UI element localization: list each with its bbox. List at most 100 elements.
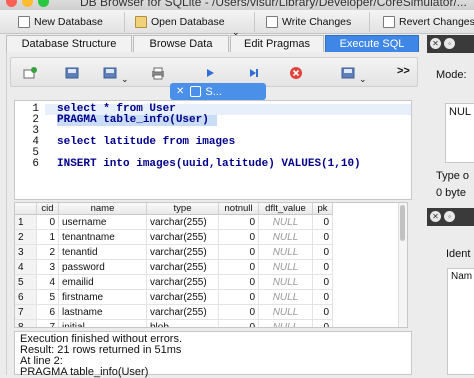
- pk-cell[interactable]: 0: [313, 215, 333, 230]
- row-number[interactable]: 2: [15, 230, 37, 245]
- table-row[interactable]: 4 3 password varchar(255) 0 NULL 0: [15, 260, 407, 275]
- sql-editor-tab[interactable]: ✕ S...: [170, 83, 266, 100]
- open-file-icon[interactable]: [65, 66, 79, 80]
- name-cell[interactable]: emailid: [59, 275, 147, 290]
- pk-cell[interactable]: 0: [313, 245, 333, 260]
- notnull-cell[interactable]: 0: [219, 305, 259, 320]
- pk-cell[interactable]: 0: [313, 305, 333, 320]
- notnull-cell[interactable]: 0: [219, 320, 259, 327]
- type-cell[interactable]: varchar(255): [147, 230, 219, 245]
- close-icon[interactable]: ✕: [430, 38, 441, 49]
- dflt-value-cell[interactable]: NULL: [259, 275, 313, 290]
- notnull-cell[interactable]: 0: [219, 290, 259, 305]
- dflt-value-cell[interactable]: NULL: [259, 305, 313, 320]
- pk-cell[interactable]: 0: [313, 290, 333, 305]
- dflt-value-cell[interactable]: NULL: [259, 260, 313, 275]
- name-cell[interactable]: firstname: [59, 290, 147, 305]
- save-file-icon[interactable]: [103, 66, 117, 80]
- tab-execute-sql[interactable]: Execute SQL: [325, 35, 419, 52]
- name-cell[interactable]: username: [59, 215, 147, 230]
- column-header-pk[interactable]: pk: [313, 203, 333, 215]
- tab-browse-data[interactable]: Browse Data: [133, 35, 229, 52]
- notnull-cell[interactable]: 0: [219, 275, 259, 290]
- column-header-cid[interactable]: cid: [37, 203, 59, 215]
- cid-cell[interactable]: 1: [37, 230, 59, 245]
- float-icon[interactable]: ◦: [444, 38, 455, 49]
- column-header-notnull[interactable]: notnull: [219, 203, 259, 215]
- name-cell[interactable]: tenantname: [59, 230, 147, 245]
- chevron-down-icon[interactable]: ⌄: [121, 74, 129, 85]
- table-row[interactable]: 2 1 tenantname varchar(255) 0 NULL 0: [15, 230, 407, 245]
- chevron-down-icon[interactable]: ⌄: [359, 74, 367, 85]
- cid-cell[interactable]: 5: [37, 290, 59, 305]
- table-row[interactable]: 7 6 lastname varchar(255) 0 NULL 0: [15, 305, 407, 320]
- name-cell[interactable]: password: [59, 260, 147, 275]
- name-cell[interactable]: initial: [59, 320, 147, 327]
- write-changes-button[interactable]: Write Changes: [266, 14, 351, 30]
- table-row[interactable]: 3 2 tenantid varchar(255) 0 NULL 0: [15, 245, 407, 260]
- table-row[interactable]: 5 4 emailid varchar(255) 0 NULL 0: [15, 275, 407, 290]
- row-number[interactable]: 6: [15, 290, 37, 305]
- pk-cell[interactable]: 0: [313, 260, 333, 275]
- row-number[interactable]: 5: [15, 275, 37, 290]
- column-header-name[interactable]: name: [59, 203, 147, 215]
- column-header-dflt-value[interactable]: dflt_value: [259, 203, 313, 215]
- cid-cell[interactable]: 7: [37, 320, 59, 327]
- pk-cell[interactable]: 0: [313, 320, 333, 327]
- sql-editor[interactable]: 1 2 3 4 5 6 select * from User PRAGMA ta…: [14, 100, 412, 200]
- dflt-value-cell[interactable]: NULL: [259, 320, 313, 327]
- row-number[interactable]: 7: [15, 305, 37, 320]
- cid-cell[interactable]: 6: [37, 305, 59, 320]
- tab-edit-pragmas[interactable]: Edit Pragmas: [230, 35, 324, 52]
- table-row[interactable]: 1 0 username varchar(255) 0 NULL 0: [15, 215, 407, 230]
- more-icon[interactable]: >>: [397, 65, 410, 77]
- cid-cell[interactable]: 0: [37, 215, 59, 230]
- results-scrollbar-thumb[interactable]: [400, 205, 405, 241]
- execute-icon[interactable]: [203, 66, 217, 80]
- row-number[interactable]: 3: [15, 245, 37, 260]
- zoom-window-button[interactable]: [38, 0, 49, 7]
- close-window-button[interactable]: [6, 0, 17, 7]
- pk-cell[interactable]: 0: [313, 230, 333, 245]
- notnull-cell[interactable]: 0: [219, 260, 259, 275]
- type-cell[interactable]: varchar(255): [147, 260, 219, 275]
- notnull-cell[interactable]: 0: [219, 245, 259, 260]
- row-number[interactable]: 8: [15, 320, 37, 327]
- cid-cell[interactable]: 3: [37, 260, 59, 275]
- identity-list[interactable]: Nam: [447, 268, 474, 375]
- execute-line-icon[interactable]: [247, 66, 261, 80]
- results-grid[interactable]: cid name type notnull dflt_value pk 1 0 us…: [14, 202, 408, 328]
- revert-changes-button[interactable]: Revert Changes: [383, 14, 474, 30]
- table-row[interactable]: 6 5 firstname varchar(255) 0 NULL 0: [15, 290, 407, 305]
- close-icon[interactable]: ✕: [430, 211, 441, 222]
- new-database-button[interactable]: New Database: [18, 14, 103, 30]
- row-number[interactable]: 4: [15, 260, 37, 275]
- type-cell[interactable]: varchar(255): [147, 290, 219, 305]
- dflt-value-cell[interactable]: NULL: [259, 230, 313, 245]
- tab-database-structure[interactable]: Database Structure: [6, 35, 132, 52]
- name-cell[interactable]: lastname: [59, 305, 147, 320]
- open-database-button[interactable]: Open Database: [135, 14, 225, 30]
- cell-editor[interactable]: NUL: [445, 103, 474, 163]
- type-cell[interactable]: varchar(255): [147, 275, 219, 290]
- notnull-cell[interactable]: 0: [219, 215, 259, 230]
- type-cell[interactable]: blob: [147, 320, 219, 327]
- name-cell[interactable]: tenantid: [59, 245, 147, 260]
- cid-cell[interactable]: 2: [37, 245, 59, 260]
- minimize-window-button[interactable]: [22, 0, 33, 7]
- print-icon[interactable]: [151, 66, 165, 80]
- row-number[interactable]: 1: [15, 215, 37, 230]
- float-icon[interactable]: ◦: [444, 211, 455, 222]
- save-results-icon[interactable]: [341, 66, 355, 80]
- dflt-value-cell[interactable]: NULL: [259, 215, 313, 230]
- dflt-value-cell[interactable]: NULL: [259, 245, 313, 260]
- type-cell[interactable]: varchar(255): [147, 305, 219, 320]
- stop-icon[interactable]: [289, 66, 303, 80]
- cid-cell[interactable]: 4: [37, 275, 59, 290]
- open-tab-icon[interactable]: [23, 66, 37, 80]
- type-cell[interactable]: varchar(255): [147, 215, 219, 230]
- notnull-cell[interactable]: 0: [219, 230, 259, 245]
- table-row[interactable]: 8 7 initial blob 0 NULL 0: [15, 320, 407, 327]
- column-header-type[interactable]: type: [147, 203, 219, 215]
- pk-cell[interactable]: 0: [313, 275, 333, 290]
